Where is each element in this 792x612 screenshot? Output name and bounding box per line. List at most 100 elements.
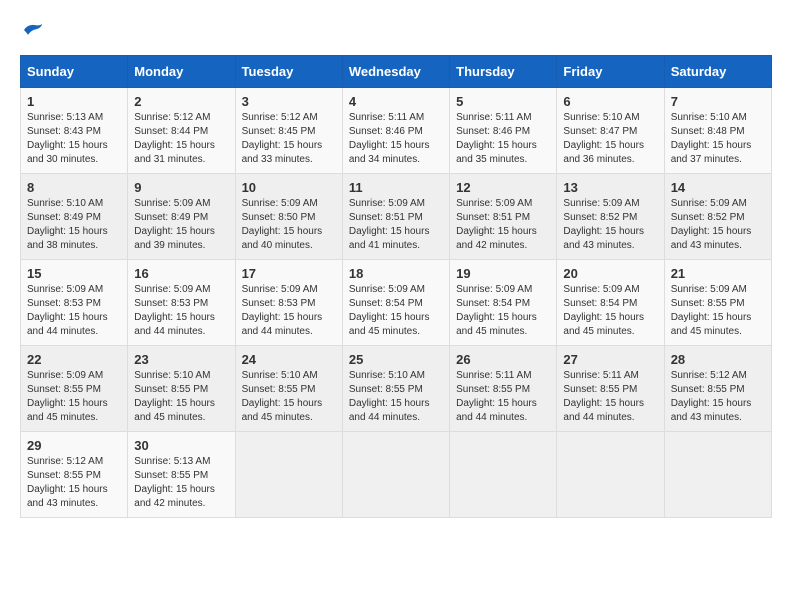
calendar-cell: 8 Sunrise: 5:10 AMSunset: 8:49 PMDayligh… (21, 174, 128, 260)
day-detail: Sunrise: 5:10 AMSunset: 8:55 PMDaylight:… (134, 370, 215, 423)
day-detail: Sunrise: 5:10 AMSunset: 8:49 PMDaylight:… (27, 198, 108, 251)
day-number: 7 (671, 94, 765, 109)
calendar-cell: 28 Sunrise: 5:12 AMSunset: 8:55 PMDaylig… (664, 346, 771, 432)
day-detail: Sunrise: 5:09 AMSunset: 8:51 PMDaylight:… (349, 198, 430, 251)
day-number: 3 (242, 94, 336, 109)
calendar-cell: 23 Sunrise: 5:10 AMSunset: 8:55 PMDaylig… (128, 346, 235, 432)
calendar-cell: 21 Sunrise: 5:09 AMSunset: 8:55 PMDaylig… (664, 260, 771, 346)
day-number: 19 (456, 266, 550, 281)
calendar-cell: 29 Sunrise: 5:12 AMSunset: 8:55 PMDaylig… (21, 432, 128, 518)
calendar-cell: 12 Sunrise: 5:09 AMSunset: 8:51 PMDaylig… (450, 174, 557, 260)
calendar-cell (557, 432, 664, 518)
day-detail: Sunrise: 5:09 AMSunset: 8:55 PMDaylight:… (671, 284, 752, 337)
day-detail: Sunrise: 5:11 AMSunset: 8:55 PMDaylight:… (456, 370, 537, 423)
calendar-week-2: 8 Sunrise: 5:10 AMSunset: 8:49 PMDayligh… (21, 174, 772, 260)
logo-icon (20, 20, 44, 40)
header-wednesday: Wednesday (342, 56, 449, 88)
calendar-cell: 6 Sunrise: 5:10 AMSunset: 8:47 PMDayligh… (557, 88, 664, 174)
day-number: 29 (27, 438, 121, 453)
calendar-cell (664, 432, 771, 518)
day-number: 14 (671, 180, 765, 195)
day-number: 17 (242, 266, 336, 281)
calendar-cell: 22 Sunrise: 5:09 AMSunset: 8:55 PMDaylig… (21, 346, 128, 432)
day-detail: Sunrise: 5:12 AMSunset: 8:44 PMDaylight:… (134, 112, 215, 165)
calendar-week-4: 22 Sunrise: 5:09 AMSunset: 8:55 PMDaylig… (21, 346, 772, 432)
day-number: 18 (349, 266, 443, 281)
calendar-week-1: 1 Sunrise: 5:13 AMSunset: 8:43 PMDayligh… (21, 88, 772, 174)
calendar-cell: 27 Sunrise: 5:11 AMSunset: 8:55 PMDaylig… (557, 346, 664, 432)
calendar-cell: 4 Sunrise: 5:11 AMSunset: 8:46 PMDayligh… (342, 88, 449, 174)
calendar-cell: 14 Sunrise: 5:09 AMSunset: 8:52 PMDaylig… (664, 174, 771, 260)
calendar-cell: 2 Sunrise: 5:12 AMSunset: 8:44 PMDayligh… (128, 88, 235, 174)
page-header (20, 20, 772, 45)
logo (20, 20, 48, 45)
day-detail: Sunrise: 5:09 AMSunset: 8:55 PMDaylight:… (27, 370, 108, 423)
day-detail: Sunrise: 5:10 AMSunset: 8:55 PMDaylight:… (242, 370, 323, 423)
calendar-cell: 10 Sunrise: 5:09 AMSunset: 8:50 PMDaylig… (235, 174, 342, 260)
day-number: 22 (27, 352, 121, 367)
day-detail: Sunrise: 5:12 AMSunset: 8:45 PMDaylight:… (242, 112, 323, 165)
day-number: 1 (27, 94, 121, 109)
day-number: 5 (456, 94, 550, 109)
calendar-cell: 26 Sunrise: 5:11 AMSunset: 8:55 PMDaylig… (450, 346, 557, 432)
day-detail: Sunrise: 5:13 AMSunset: 8:43 PMDaylight:… (27, 112, 108, 165)
header-saturday: Saturday (664, 56, 771, 88)
day-detail: Sunrise: 5:09 AMSunset: 8:52 PMDaylight:… (671, 198, 752, 251)
day-detail: Sunrise: 5:11 AMSunset: 8:46 PMDaylight:… (349, 112, 430, 165)
calendar-header-row: SundayMondayTuesdayWednesdayThursdayFrid… (21, 56, 772, 88)
calendar-cell: 16 Sunrise: 5:09 AMSunset: 8:53 PMDaylig… (128, 260, 235, 346)
calendar-cell (450, 432, 557, 518)
day-number: 9 (134, 180, 228, 195)
day-number: 6 (563, 94, 657, 109)
day-detail: Sunrise: 5:09 AMSunset: 8:49 PMDaylight:… (134, 198, 215, 251)
day-number: 27 (563, 352, 657, 367)
header-tuesday: Tuesday (235, 56, 342, 88)
day-detail: Sunrise: 5:09 AMSunset: 8:52 PMDaylight:… (563, 198, 644, 251)
day-detail: Sunrise: 5:10 AMSunset: 8:47 PMDaylight:… (563, 112, 644, 165)
day-detail: Sunrise: 5:13 AMSunset: 8:55 PMDaylight:… (134, 456, 215, 509)
day-detail: Sunrise: 5:09 AMSunset: 8:53 PMDaylight:… (242, 284, 323, 337)
calendar-cell: 3 Sunrise: 5:12 AMSunset: 8:45 PMDayligh… (235, 88, 342, 174)
day-detail: Sunrise: 5:09 AMSunset: 8:50 PMDaylight:… (242, 198, 323, 251)
calendar-table: SundayMondayTuesdayWednesdayThursdayFrid… (20, 55, 772, 518)
day-detail: Sunrise: 5:09 AMSunset: 8:54 PMDaylight:… (349, 284, 430, 337)
calendar-cell: 9 Sunrise: 5:09 AMSunset: 8:49 PMDayligh… (128, 174, 235, 260)
day-number: 11 (349, 180, 443, 195)
day-detail: Sunrise: 5:11 AMSunset: 8:46 PMDaylight:… (456, 112, 537, 165)
day-number: 13 (563, 180, 657, 195)
day-number: 20 (563, 266, 657, 281)
calendar-cell: 25 Sunrise: 5:10 AMSunset: 8:55 PMDaylig… (342, 346, 449, 432)
header-sunday: Sunday (21, 56, 128, 88)
day-number: 21 (671, 266, 765, 281)
calendar-cell: 18 Sunrise: 5:09 AMSunset: 8:54 PMDaylig… (342, 260, 449, 346)
day-detail: Sunrise: 5:09 AMSunset: 8:53 PMDaylight:… (134, 284, 215, 337)
calendar-week-5: 29 Sunrise: 5:12 AMSunset: 8:55 PMDaylig… (21, 432, 772, 518)
day-number: 26 (456, 352, 550, 367)
day-detail: Sunrise: 5:09 AMSunset: 8:54 PMDaylight:… (563, 284, 644, 337)
day-number: 4 (349, 94, 443, 109)
calendar-cell: 17 Sunrise: 5:09 AMSunset: 8:53 PMDaylig… (235, 260, 342, 346)
calendar-cell: 1 Sunrise: 5:13 AMSunset: 8:43 PMDayligh… (21, 88, 128, 174)
calendar-cell: 5 Sunrise: 5:11 AMSunset: 8:46 PMDayligh… (450, 88, 557, 174)
calendar-week-3: 15 Sunrise: 5:09 AMSunset: 8:53 PMDaylig… (21, 260, 772, 346)
day-number: 16 (134, 266, 228, 281)
calendar-cell: 13 Sunrise: 5:09 AMSunset: 8:52 PMDaylig… (557, 174, 664, 260)
day-number: 28 (671, 352, 765, 367)
day-number: 25 (349, 352, 443, 367)
day-detail: Sunrise: 5:09 AMSunset: 8:54 PMDaylight:… (456, 284, 537, 337)
calendar-cell: 20 Sunrise: 5:09 AMSunset: 8:54 PMDaylig… (557, 260, 664, 346)
calendar-cell: 7 Sunrise: 5:10 AMSunset: 8:48 PMDayligh… (664, 88, 771, 174)
calendar-cell (342, 432, 449, 518)
day-number: 24 (242, 352, 336, 367)
calendar-cell (235, 432, 342, 518)
day-detail: Sunrise: 5:10 AMSunset: 8:55 PMDaylight:… (349, 370, 430, 423)
header-thursday: Thursday (450, 56, 557, 88)
calendar-cell: 15 Sunrise: 5:09 AMSunset: 8:53 PMDaylig… (21, 260, 128, 346)
day-detail: Sunrise: 5:09 AMSunset: 8:51 PMDaylight:… (456, 198, 537, 251)
day-detail: Sunrise: 5:12 AMSunset: 8:55 PMDaylight:… (671, 370, 752, 423)
calendar-cell: 19 Sunrise: 5:09 AMSunset: 8:54 PMDaylig… (450, 260, 557, 346)
day-detail: Sunrise: 5:09 AMSunset: 8:53 PMDaylight:… (27, 284, 108, 337)
day-number: 30 (134, 438, 228, 453)
day-number: 12 (456, 180, 550, 195)
day-number: 10 (242, 180, 336, 195)
